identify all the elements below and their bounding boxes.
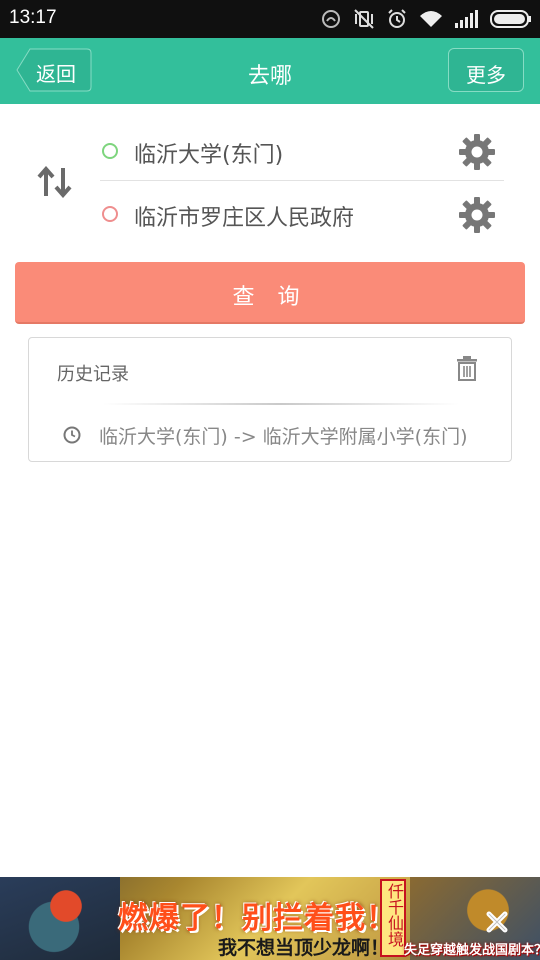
- clock-icon: [63, 426, 81, 444]
- query-button[interactable]: 查 询: [15, 262, 525, 324]
- destination-dot-icon: [102, 206, 118, 222]
- history-divider: [103, 403, 459, 405]
- destination-field[interactable]: 临沂市罗庄区人民政府: [134, 200, 354, 232]
- ad-right-text: 失足穿越触发战国剧本？: [404, 943, 540, 958]
- status-time: 13:17: [9, 7, 57, 28]
- title-bar: 返回 去哪 更多: [0, 38, 540, 104]
- ad-banner[interactable]: 燃爆了！别拦着我！ 我不想当顶少龙啊！ 仟千仙境 失足穿越触发战国剧本？: [0, 877, 540, 960]
- status-icons: [320, 6, 532, 32]
- vibrate-mute-icon: [354, 9, 374, 29]
- origin-row[interactable]: 临沂大学(东门): [100, 121, 504, 181]
- alarm-circle-icon: [322, 10, 340, 28]
- history-card: 历史记录 临沂大学(东门) -> 临沂大学附属小学(东门): [28, 337, 512, 462]
- signal-icon: [455, 10, 478, 28]
- ad-subline: 我不想当顶少龙啊！: [218, 937, 390, 959]
- ad-character-image: [0, 877, 120, 960]
- ad-game-tag-text: 仟千仙境: [385, 883, 404, 947]
- destination-row[interactable]: 临沂市罗庄区人民政府: [100, 184, 504, 244]
- history-title: 历史记录: [57, 364, 129, 385]
- history-item-text: 临沂大学(东门) -> 临沂大学附属小学(东门): [99, 426, 468, 448]
- origin-settings-gear-icon[interactable]: [458, 133, 496, 171]
- status-bar: 13:17: [0, 0, 540, 38]
- swap-direction-icon[interactable]: [37, 166, 73, 198]
- wifi-icon: [420, 11, 442, 27]
- origin-dot-icon: [102, 143, 118, 159]
- ad-headline: 燃爆了！别拦着我！: [118, 901, 397, 936]
- battery-icon: [490, 10, 531, 28]
- origin-field[interactable]: 临沂大学(东门): [134, 137, 283, 169]
- destination-settings-gear-icon[interactable]: [458, 196, 496, 234]
- more-button[interactable]: 更多: [448, 48, 524, 92]
- ad-game-tag: 仟千仙境: [380, 879, 406, 957]
- query-button-label: 查 询: [232, 285, 308, 310]
- history-item[interactable]: 临沂大学(东门) -> 临沂大学附属小学(东门): [59, 420, 499, 450]
- alarm-clock-icon: [388, 9, 406, 28]
- trash-icon[interactable]: [455, 355, 479, 381]
- ad-close-icon[interactable]: [484, 909, 510, 935]
- more-button-label: 更多: [466, 63, 506, 87]
